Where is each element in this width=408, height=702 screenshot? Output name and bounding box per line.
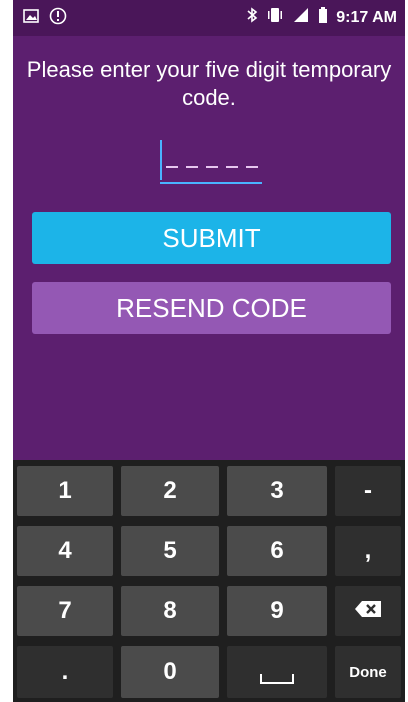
text-cursor [160,140,162,180]
space-key[interactable] [227,646,327,698]
image-icon [23,9,39,28]
space-icon [260,674,294,684]
code-underline [160,182,262,184]
code-prompt: Please enter your five digit temporary c… [26,57,392,110]
status-bar: 9:17 AM [13,0,405,36]
status-time: 9:17 AM [336,8,397,26]
key-8[interactable]: 8 [121,586,219,636]
key-2[interactable]: 2 [121,466,219,516]
battery-icon [318,7,328,28]
signal-icon [292,7,310,28]
key-minus[interactable]: - [335,466,401,516]
key-4[interactable]: 4 [17,526,113,576]
key-5[interactable]: 5 [121,526,219,576]
vibrate-icon [266,7,284,28]
key-7[interactable]: 7 [17,586,113,636]
alert-icon [49,7,67,30]
screen: 9:17 AM Please enter your five digit tem… [13,0,405,702]
numeric-keyboard: 1 2 3 - 4 5 6 , 7 8 9 . 0 Done [13,460,405,702]
status-left [23,7,67,30]
done-key[interactable]: Done [335,646,401,698]
key-0[interactable]: 0 [121,646,219,698]
key-comma[interactable]: , [335,526,401,576]
code-placeholder [166,166,258,168]
key-9[interactable]: 9 [227,586,327,636]
key-3[interactable]: 3 [227,466,327,516]
key-6[interactable]: 6 [227,526,327,576]
submit-button[interactable]: SUBMIT [32,212,391,264]
resend-code-button[interactable]: RESEND CODE [32,282,391,334]
backspace-icon [354,597,382,625]
code-input[interactable] [160,140,262,186]
key-period[interactable]: . [17,646,113,698]
backspace-key[interactable] [335,586,401,636]
key-1[interactable]: 1 [17,466,113,516]
bluetooth-icon [246,7,258,28]
status-right: 9:17 AM [246,7,397,28]
